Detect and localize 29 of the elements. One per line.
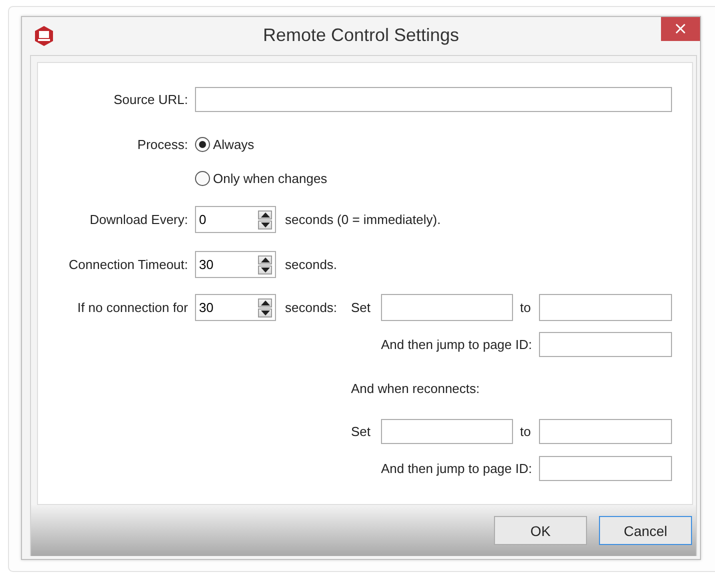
dialog-button[interactable]: OK: [494, 516, 587, 545]
unit-label: seconds.: [285, 257, 338, 272]
field-label: And then jump to page ID:: [380, 337, 533, 352]
window-title: Remote Control Settings: [262, 25, 460, 46]
unit-label: seconds (0 = immediately).: [285, 212, 442, 227]
field-label: If no connection for: [77, 300, 188, 315]
field-label: to: [519, 424, 532, 439]
input-field[interactable]: [195, 87, 672, 112]
input-field[interactable]: [539, 456, 672, 481]
dialog-button[interactable]: Cancel: [599, 516, 692, 545]
field-label: Set: [351, 300, 372, 315]
input-field[interactable]: [539, 419, 672, 444]
hexagon-icon: [34, 25, 54, 47]
radio-option[interactable]: Only when changes: [195, 169, 513, 187]
field-label: Process:: [137, 136, 188, 152]
field-label: And then jump to page ID:: [380, 461, 533, 476]
field-label: Download Every:: [90, 212, 188, 227]
field-label: Set: [351, 424, 372, 439]
input-field[interactable]: [539, 332, 672, 357]
field-label: Connection Timeout:: [68, 257, 188, 272]
section-heading: And when reconnects:: [351, 380, 481, 396]
input-field[interactable]: [539, 294, 672, 321]
field-label: Source URL:: [114, 92, 188, 107]
field-label: to: [519, 300, 532, 315]
radio-option[interactable]: Always: [195, 135, 513, 153]
input-field[interactable]: [381, 419, 513, 444]
close-button[interactable]: ×: [661, 17, 700, 41]
input-field[interactable]: [381, 294, 513, 321]
unit-label: seconds:: [285, 300, 338, 315]
